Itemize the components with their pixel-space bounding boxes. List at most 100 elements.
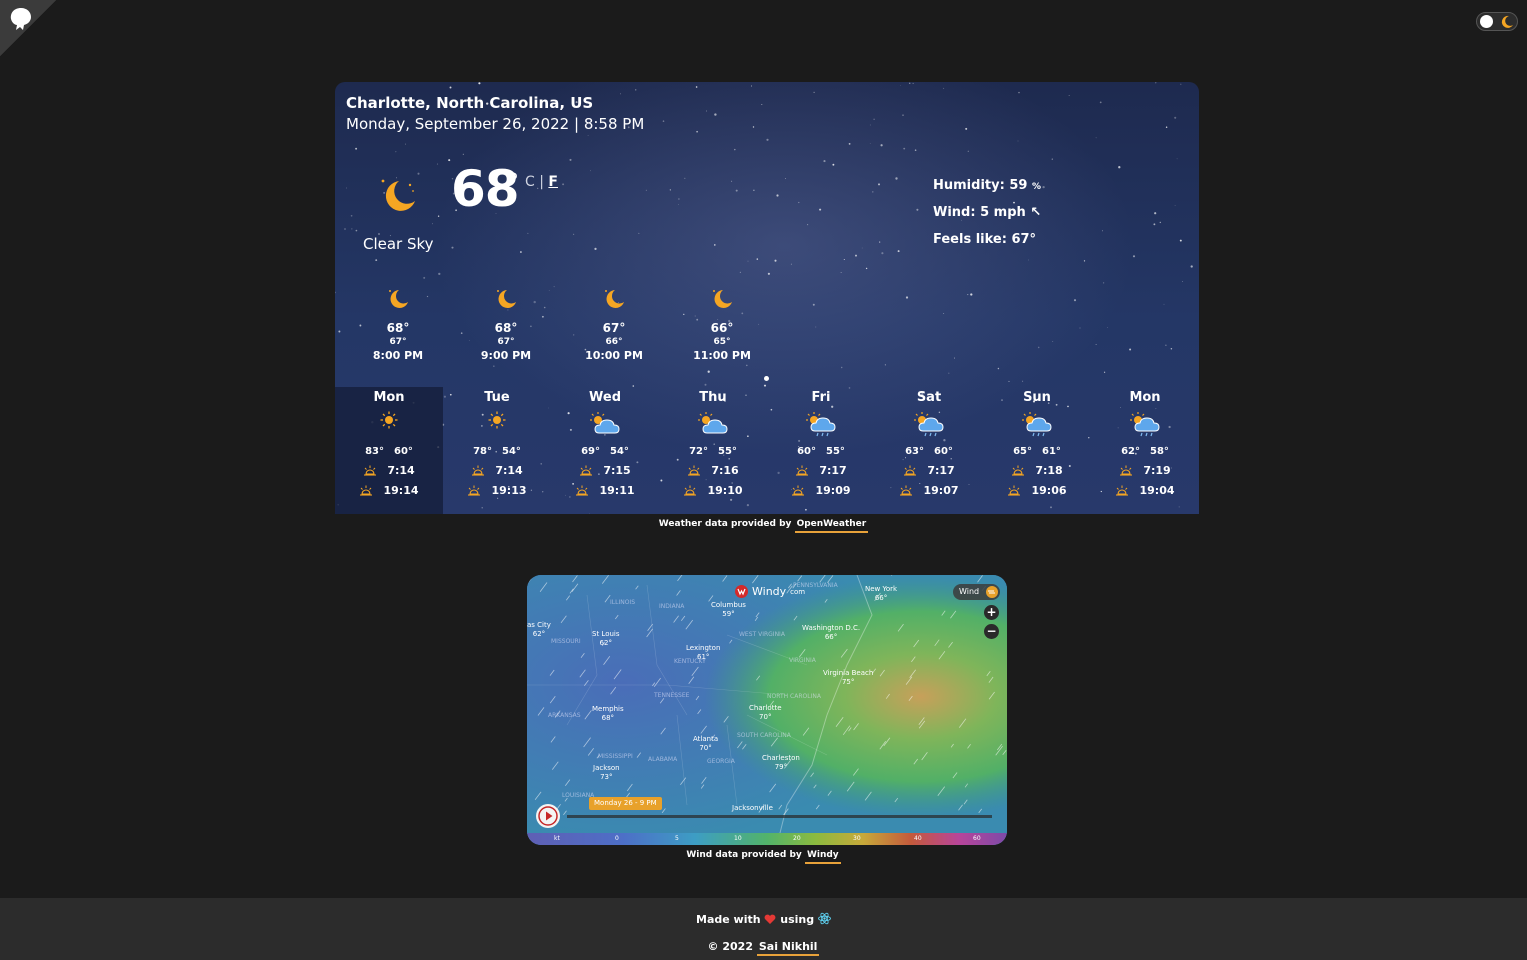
crescent-moon-icon bbox=[713, 290, 732, 308]
hourly-temp: 68° bbox=[386, 321, 410, 335]
day-high: 63° bbox=[905, 446, 924, 457]
timeline-bar[interactable] bbox=[567, 815, 992, 818]
wind-scale: kt 0 5 10 20 30 40 60 bbox=[527, 833, 1007, 845]
sunset-time: 19:06 bbox=[1031, 484, 1067, 497]
sunrise-icon bbox=[364, 465, 377, 476]
state-label: GEORGIA bbox=[707, 758, 735, 765]
moon-icon bbox=[1501, 15, 1513, 28]
zoom-in-button[interactable]: + bbox=[984, 605, 999, 620]
wind-row: Wind: 5 mph ↖ bbox=[933, 205, 1041, 232]
scale-tick: 40 bbox=[914, 835, 922, 842]
weather-credit-text: Weather data provided by bbox=[658, 519, 792, 529]
play-button[interactable] bbox=[536, 804, 560, 828]
daily-item[interactable]: Mon 62° 58° 7:19 19:04 bbox=[1091, 387, 1199, 514]
sun-icon bbox=[380, 411, 398, 429]
unit-switch: C | F bbox=[525, 174, 558, 190]
rain-cloud-icon bbox=[1022, 412, 1052, 437]
state-label: KENTUCKY bbox=[674, 658, 706, 665]
scale-tick: 5 bbox=[675, 835, 679, 842]
daily-item[interactable]: Tue 78° 54° 7:14 19:13 bbox=[443, 387, 551, 514]
state-label: ARKANSAS bbox=[548, 712, 581, 719]
wind-map[interactable]: Windy com Columbus 59° New York 66° St Loui… bbox=[527, 575, 1007, 845]
hourly-item: 68° 67° 8:00 PM bbox=[358, 285, 438, 362]
react-icon bbox=[818, 912, 831, 925]
toggle-knob bbox=[1480, 15, 1493, 28]
sunset-icon bbox=[900, 485, 913, 496]
octocat-corner-icon bbox=[10, 8, 31, 30]
humidity-row: Humidity: 59 % bbox=[933, 178, 1041, 205]
carousel-dot[interactable] bbox=[764, 376, 769, 381]
wind-credit: Wind data provided by Windy bbox=[0, 850, 1527, 864]
state-label: TENNESSEE bbox=[654, 692, 690, 699]
hourly-time: 10:00 PM bbox=[585, 349, 643, 362]
sunset-icon bbox=[1008, 485, 1021, 496]
daily-item[interactable]: Mon 83° 60° 7:14 19:14 bbox=[335, 387, 443, 514]
sunset-icon bbox=[360, 485, 373, 496]
city-label: Charleston 79° bbox=[762, 754, 800, 771]
state-label: ALABAMA bbox=[648, 756, 678, 763]
sunrise-time: 7:14 bbox=[387, 464, 415, 477]
state-label: PENNSYLVANIA bbox=[793, 582, 838, 589]
theme-toggle[interactable] bbox=[1476, 12, 1518, 31]
day-high: 62° bbox=[1121, 446, 1140, 457]
scale-tick: 30 bbox=[853, 835, 861, 842]
zoom-out-button[interactable]: − bbox=[984, 624, 999, 639]
hourly-time: 8:00 PM bbox=[372, 349, 424, 362]
weather-card: Charlotte, North Carolina, US Monday, Se… bbox=[335, 82, 1199, 514]
day-high: 65° bbox=[1013, 446, 1032, 457]
scale-tick: 60 bbox=[973, 835, 981, 842]
hourly-low: 67° bbox=[389, 337, 407, 347]
city-label: New York 66° bbox=[865, 585, 898, 602]
hourly-item: 68° 67° 9:00 PM bbox=[466, 285, 546, 362]
hourly-item: 66° 65° 11:00 PM bbox=[682, 285, 762, 362]
scale-tick: 10 bbox=[734, 835, 742, 842]
play-icon bbox=[538, 806, 558, 826]
hourly-low: 67° bbox=[497, 337, 515, 347]
unit-celsius[interactable]: C bbox=[525, 174, 535, 190]
sunset-time: 19:10 bbox=[707, 484, 743, 497]
scale-tick: 0 bbox=[615, 835, 619, 842]
copyright-text: © 2022 bbox=[707, 940, 753, 953]
windy-brand: Windy bbox=[752, 585, 787, 598]
weather-credit: Weather data provided by OpenWeather bbox=[0, 519, 1527, 533]
city-label: Jackson 73° bbox=[593, 764, 620, 781]
day-name: Sun bbox=[1023, 390, 1051, 405]
sunset-time: 19:04 bbox=[1139, 484, 1175, 497]
sunset-time: 19:07 bbox=[923, 484, 959, 497]
day-low: 54° bbox=[610, 446, 629, 457]
partly-cloudy-icon bbox=[698, 412, 728, 434]
timeline-label[interactable]: Monday 26 - 9 PM bbox=[589, 797, 662, 810]
city-label: Atlanta 70° bbox=[693, 735, 719, 752]
feels-like-row: Feels like: 67° bbox=[933, 232, 1041, 259]
github-corner[interactable] bbox=[0, 0, 56, 56]
weather-stats: Humidity: 59 % Wind: 5 mph ↖ Feels like:… bbox=[933, 178, 1041, 259]
unit-fahrenheit[interactable]: F bbox=[548, 174, 558, 190]
scale-unit: kt bbox=[554, 835, 560, 842]
sunrise-time: 7:16 bbox=[711, 464, 739, 477]
daily-item[interactable]: Sat 63° 60° 7:17 19:07 bbox=[875, 387, 983, 514]
day-name: Tue bbox=[484, 390, 510, 405]
daily-item[interactable]: Sun 65° 61° 7:18 19:06 bbox=[983, 387, 1091, 514]
hourly-temp: 66° bbox=[710, 321, 734, 335]
layer-label: Wind bbox=[959, 587, 980, 596]
openweather-link[interactable]: OpenWeather bbox=[794, 519, 869, 533]
state-label: VIRGINIA bbox=[789, 657, 816, 664]
sunset-icon bbox=[1116, 485, 1129, 496]
daily-item[interactable]: Wed 69° 54° 7:15 19:11 bbox=[551, 387, 659, 514]
windy-link[interactable]: Windy bbox=[804, 850, 841, 864]
sunrise-icon bbox=[688, 465, 701, 476]
sun-icon bbox=[488, 411, 506, 429]
state-label: SOUTH CAROLINA bbox=[737, 732, 791, 739]
day-name: Thu bbox=[699, 390, 727, 405]
hourly-item: 67° 66° 10:00 PM bbox=[574, 285, 654, 362]
daily-item[interactable]: Thu 72° 55° 7:16 19:10 bbox=[659, 387, 767, 514]
author-link[interactable]: Sai Nikhil bbox=[756, 940, 820, 956]
sunset-time: 19:09 bbox=[815, 484, 851, 497]
daily-item[interactable]: Fri 60° 55° 7:17 19:09 bbox=[767, 387, 875, 514]
humidity-value: 59 bbox=[1009, 178, 1028, 193]
day-low: 60° bbox=[934, 446, 953, 457]
layer-selector[interactable]: Wind bbox=[953, 584, 1000, 600]
state-label: MISSISSIPPI bbox=[598, 753, 633, 760]
sunrise-icon bbox=[1120, 465, 1133, 476]
sunrise-time: 7:17 bbox=[927, 464, 955, 477]
